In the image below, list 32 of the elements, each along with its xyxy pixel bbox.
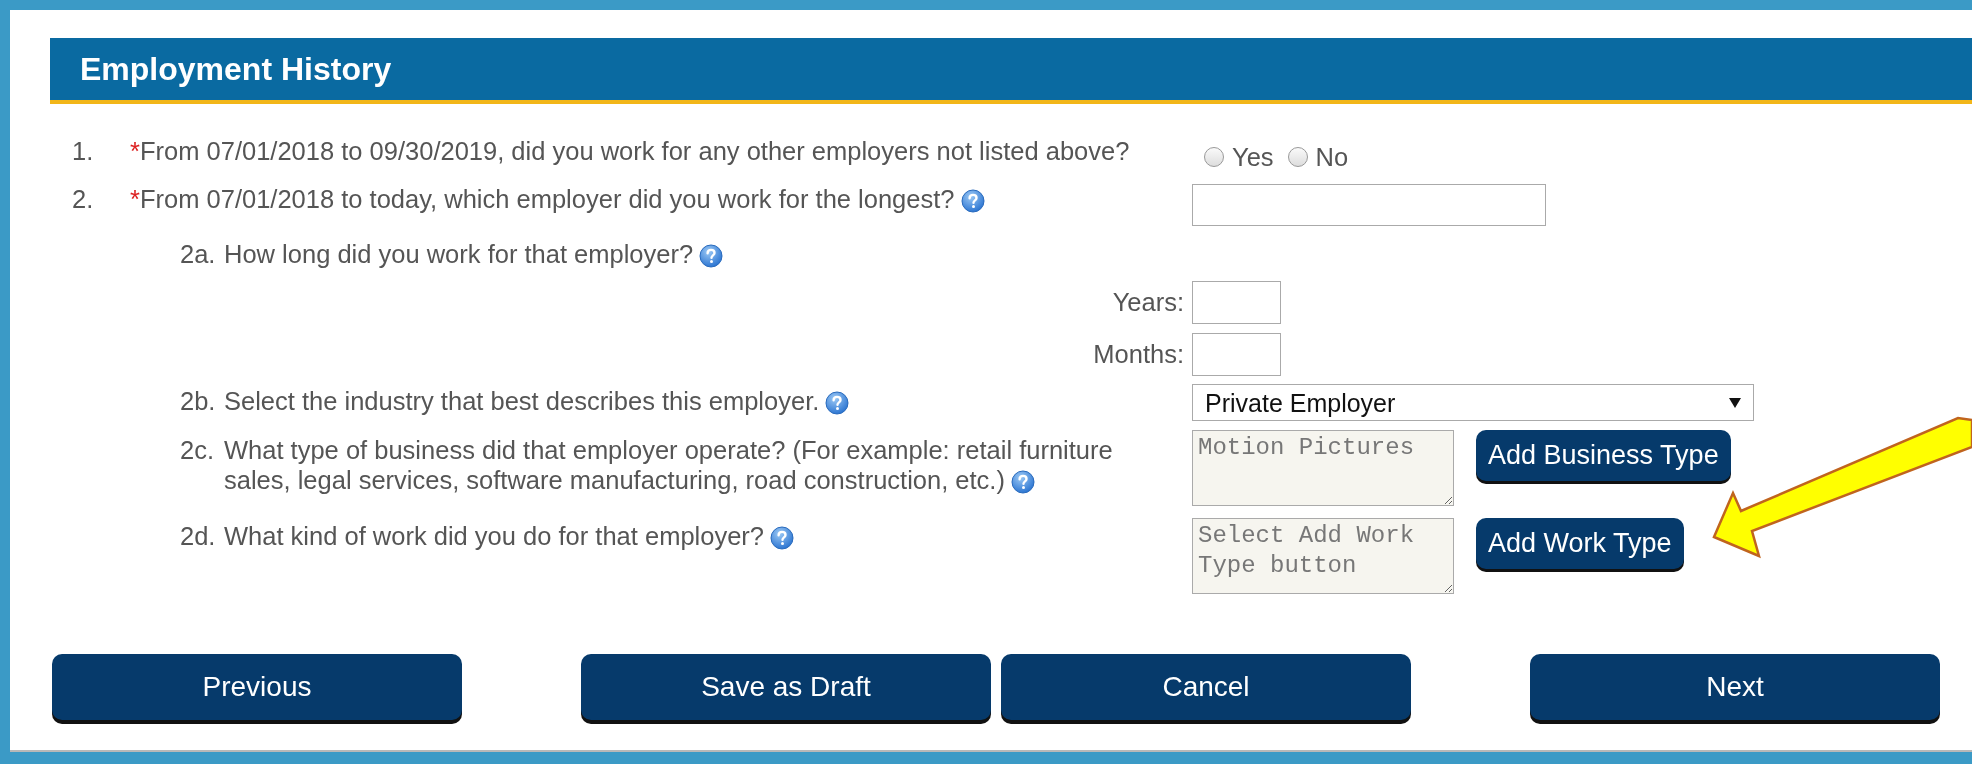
question-text: How long did you work for that employer? <box>224 239 1119 269</box>
field-label: Months: <box>1093 339 1184 369</box>
question-number: 2a. <box>180 239 217 269</box>
help-icon[interactable] <box>699 244 724 268</box>
radio-label: No <box>1315 142 1349 172</box>
number-field[interactable] <box>1192 333 1281 376</box>
help-icon[interactable] <box>770 526 795 550</box>
question-text: *From 07/01/2018 to 09/30/2019, did you work for any other employers not listed above? <box>130 136 1131 166</box>
text-field[interactable] <box>1192 184 1546 226</box>
radio-button[interactable] <box>1204 147 1224 167</box>
text-area[interactable]: Motion Pictures <box>1192 430 1454 506</box>
radio-button[interactable] <box>1287 147 1308 167</box>
question-number: 2b. <box>180 386 217 416</box>
number-field[interactable] <box>1192 281 1281 324</box>
help-icon[interactable] <box>1010 470 1035 494</box>
question-number: 2c. <box>180 435 216 465</box>
field-label: Years: <box>1112 287 1184 317</box>
question-text: What type of business did that employer operate? (For example: retail furniture sales, legal services, software manufacturing, road construction, etc.) <box>224 435 1114 495</box>
question-text: Select the industry that best describes this employer. <box>224 386 1119 416</box>
question-number: 2d. <box>180 521 217 551</box>
add-button[interactable]: Add Work Type <box>1476 518 1684 569</box>
text-area[interactable]: Select Add Work Type button <box>1192 518 1454 594</box>
caret-icon <box>1729 397 1741 408</box>
question-text: What kind of work did you do for that employer? <box>224 521 1119 551</box>
help-icon[interactable] <box>960 189 985 213</box>
question-number: 1. <box>72 136 95 166</box>
radio-label: Yes <box>1232 142 1274 172</box>
add-button[interactable]: Add Business Type <box>1476 430 1731 481</box>
question-number: 2. <box>72 184 95 214</box>
help-icon[interactable] <box>825 391 850 415</box>
dropdown-field[interactable]: Private Employer <box>1192 384 1754 421</box>
question-text: *From 07/01/2018 to today, which employer did you work for the longest? <box>130 184 1190 214</box>
